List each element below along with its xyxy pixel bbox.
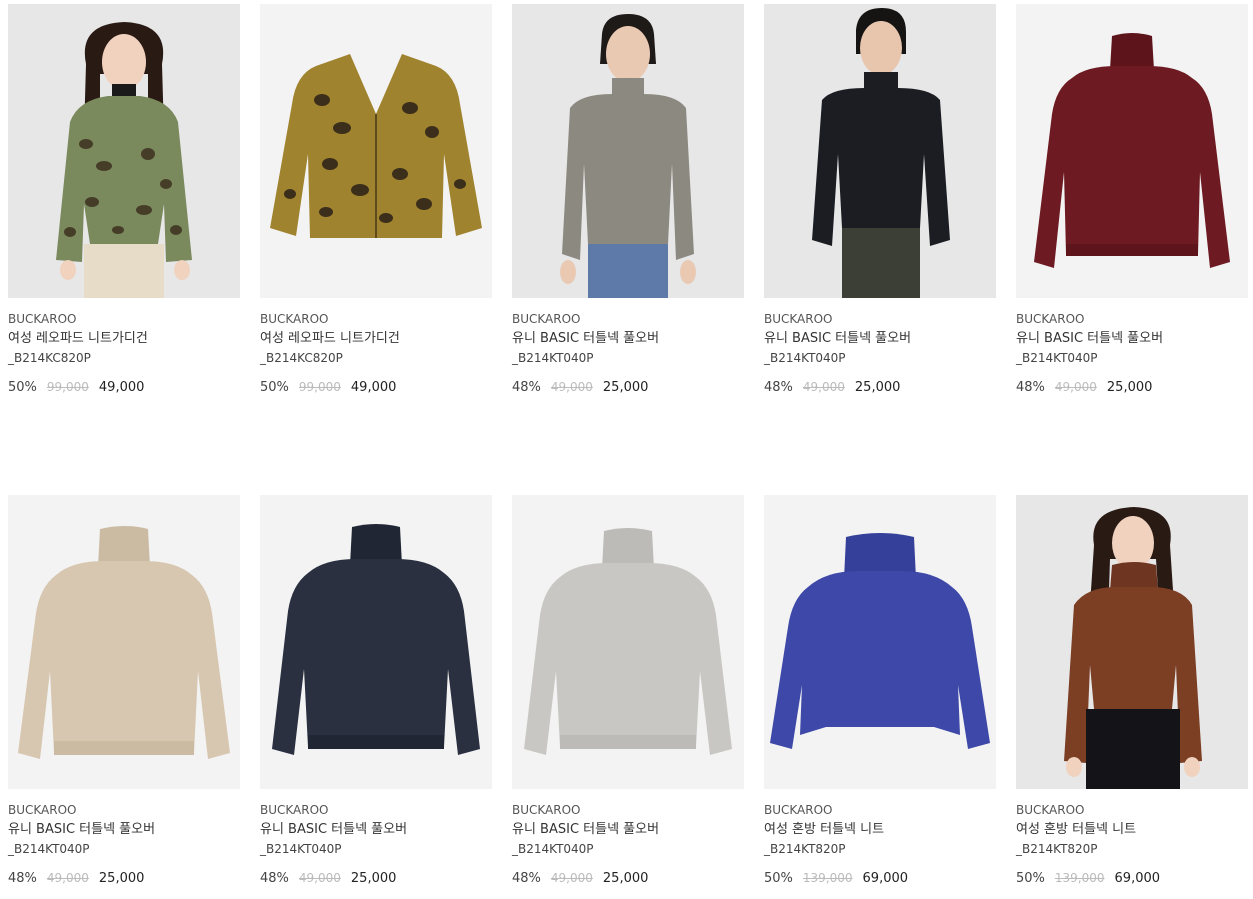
product-image[interactable] (764, 4, 996, 298)
discount-rate: 48% (8, 871, 37, 886)
product-brand: BUCKAROO (260, 803, 329, 817)
product-brand: BUCKAROO (260, 312, 329, 326)
original-price: 49,000 (46, 871, 89, 885)
discount-rate: 48% (1016, 380, 1045, 395)
product-name[interactable]: 유니 BASIC 터틀넥 풀오버 (764, 331, 996, 347)
product-image[interactable] (764, 495, 996, 789)
product-card[interactable]: BUCKAROO 유니 BASIC 터틀넥 풀오버 _B214KT040P 48… (1016, 4, 1248, 445)
product-image[interactable] (1016, 4, 1248, 298)
product-image[interactable] (8, 495, 240, 789)
product-card[interactable]: BUCKAROO 유니 BASIC 터틀넥 풀오버 _B214KT040P 48… (260, 495, 492, 895)
product-code: _B214KT040P (1016, 351, 1098, 365)
product-brand: BUCKAROO (764, 803, 833, 817)
product-card[interactable]: BUCKAROO 유니 BASIC 터틀넥 풀오버 _B214KT040P 48… (764, 4, 996, 445)
discount-rate: 48% (512, 380, 541, 395)
sale-price: 49,000 (350, 380, 397, 395)
product-code: _B214KT040P (260, 842, 342, 856)
product-code: _B214KT040P (8, 842, 90, 856)
discount-rate: 48% (512, 871, 541, 886)
price-row: 50% 99,000 49,000 (260, 379, 492, 396)
original-price: 49,000 (550, 871, 593, 885)
price-row: 50% 99,000 49,000 (8, 379, 240, 396)
product-name[interactable]: 여성 혼방 터틀넥 니트 (1016, 822, 1248, 838)
original-price: 99,000 (46, 380, 89, 394)
sale-price: 25,000 (98, 871, 145, 886)
original-price: 139,000 (802, 871, 853, 885)
product-image[interactable] (512, 4, 744, 298)
product-image[interactable] (260, 495, 492, 789)
product-image[interactable] (512, 495, 744, 789)
discount-rate: 48% (260, 871, 289, 886)
discount-rate: 50% (764, 871, 793, 886)
price-row: 48% 49,000 25,000 (512, 870, 744, 887)
sale-price: 25,000 (1106, 380, 1153, 395)
original-price: 49,000 (298, 871, 341, 885)
product-code: _B214KT040P (512, 351, 594, 365)
product-code: _B214KT820P (764, 842, 846, 856)
discount-rate: 50% (8, 380, 37, 395)
product-brand: BUCKAROO (8, 312, 77, 326)
product-name[interactable]: 유니 BASIC 터틀넥 풀오버 (512, 331, 744, 347)
product-code: _B214KT820P (1016, 842, 1098, 856)
product-brand: BUCKAROO (1016, 312, 1085, 326)
product-code: _B214KC820P (8, 351, 91, 365)
product-card[interactable]: BUCKAROO 여성 레오파드 니트가디건 _B214KC820P 50% 99… (260, 4, 492, 445)
product-brand: BUCKAROO (1016, 803, 1085, 817)
original-price: 49,000 (1054, 380, 1097, 394)
price-row: 48% 49,000 25,000 (512, 379, 744, 396)
product-code: _B214KC820P (260, 351, 343, 365)
product-code: _B214KT040P (764, 351, 846, 365)
product-name[interactable]: 여성 레오파드 니트가디건 (260, 331, 492, 347)
sale-price: 25,000 (602, 380, 649, 395)
price-row: 50% 139,000 69,000 (764, 870, 996, 887)
price-row: 48% 49,000 25,000 (764, 379, 996, 396)
product-card[interactable]: BUCKAROO 여성 레오파드 니트가디건 _B214KC820P 50% 99… (8, 4, 240, 445)
product-card[interactable]: BUCKAROO 여성 혼방 터틀넥 니트 _B214KT820P 50% 139… (764, 495, 996, 895)
product-name[interactable]: 여성 레오파드 니트가디건 (8, 331, 240, 347)
price-row: 50% 139,000 69,000 (1016, 870, 1248, 887)
product-name[interactable]: 유니 BASIC 터틀넥 풀오버 (1016, 331, 1248, 347)
sale-price: 69,000 (862, 871, 909, 886)
original-price: 139,000 (1054, 871, 1105, 885)
original-price: 99,000 (298, 380, 341, 394)
product-image[interactable] (1016, 495, 1248, 789)
sale-price: 25,000 (854, 380, 901, 395)
product-brand: BUCKAROO (512, 312, 581, 326)
price-row: 48% 49,000 25,000 (1016, 379, 1248, 396)
price-row: 48% 49,000 25,000 (260, 870, 492, 887)
product-brand: BUCKAROO (8, 803, 77, 817)
product-card[interactable]: BUCKAROO 유니 BASIC 터틀넥 풀오버 _B214KT040P 48… (8, 495, 240, 895)
product-image[interactable] (8, 4, 240, 298)
discount-rate: 50% (260, 380, 289, 395)
sale-price: 69,000 (1114, 871, 1161, 886)
original-price: 49,000 (550, 380, 593, 394)
sale-price: 25,000 (350, 871, 397, 886)
product-name[interactable]: 유니 BASIC 터틀넥 풀오버 (260, 822, 492, 838)
product-card[interactable]: BUCKAROO 유니 BASIC 터틀넥 풀오버 _B214KT040P 48… (512, 4, 744, 445)
discount-rate: 50% (1016, 871, 1045, 886)
price-row: 48% 49,000 25,000 (8, 870, 240, 887)
product-name[interactable]: 유니 BASIC 터틀넥 풀오버 (512, 822, 744, 838)
product-card[interactable]: BUCKAROO 여성 혼방 터틀넥 니트 _B214KT820P 50% 139… (1016, 495, 1248, 895)
product-image[interactable] (260, 4, 492, 298)
discount-rate: 48% (764, 380, 793, 395)
product-brand: BUCKAROO (512, 803, 581, 817)
product-code: _B214KT040P (512, 842, 594, 856)
product-brand: BUCKAROO (764, 312, 833, 326)
product-grid: BUCKAROO 여성 레오파드 니트가디건 _B214KC820P 50% 99… (8, 4, 1248, 895)
product-card[interactable]: BUCKAROO 유니 BASIC 터틀넥 풀오버 _B214KT040P 48… (512, 495, 744, 895)
product-name[interactable]: 유니 BASIC 터틀넥 풀오버 (8, 822, 240, 838)
sale-price: 49,000 (98, 380, 145, 395)
product-name[interactable]: 여성 혼방 터틀넥 니트 (764, 822, 996, 838)
original-price: 49,000 (802, 380, 845, 394)
sale-price: 25,000 (602, 871, 649, 886)
